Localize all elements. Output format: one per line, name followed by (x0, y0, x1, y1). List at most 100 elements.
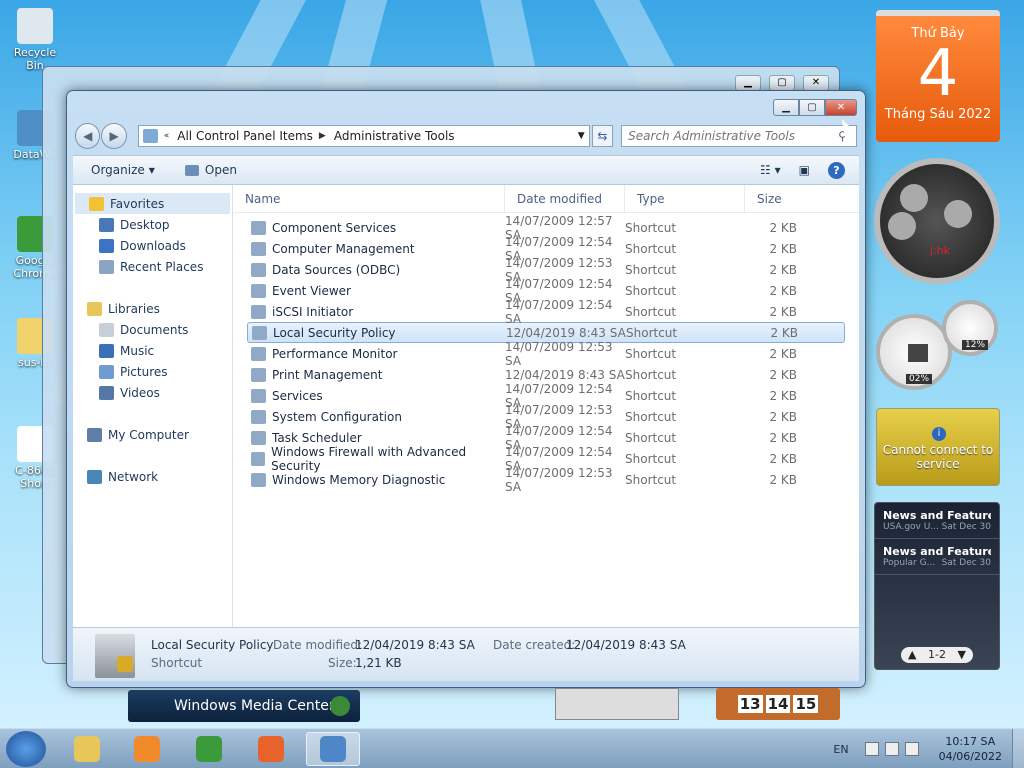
puzzle-tile[interactable]: 14 (765, 695, 791, 713)
taskbar-media-player-button[interactable] (120, 732, 174, 766)
back-maximize-button[interactable]: ▢ (769, 75, 795, 91)
puzzle-tile[interactable]: 15 (793, 695, 819, 713)
weather-message: Cannot connect to service (882, 443, 994, 471)
file-type: Shortcut (625, 262, 677, 277)
organize-menu[interactable]: Organize ▼ (91, 163, 155, 177)
search-input[interactable] (628, 129, 839, 143)
taskbar: EN 10:17 SA 04/06/2022 (0, 728, 1024, 768)
back-minimize-button[interactable]: ▁ (735, 75, 761, 91)
folder-icon (99, 364, 114, 379)
shortcut-icon (251, 388, 266, 403)
close-button[interactable]: ✕ (825, 99, 857, 116)
nav-item[interactable]: Music (73, 340, 232, 361)
breadcrumb-admin-tools[interactable]: Administrative Tools (334, 129, 455, 143)
nav-my-computer[interactable]: My Computer (73, 424, 232, 445)
file-row[interactable]: iSCSI Initiator 14/07/2009 12:54 SA Shor… (247, 298, 845, 326)
clock-gadget[interactable]: j:hk (874, 158, 1000, 284)
language-indicator[interactable]: EN (833, 743, 848, 756)
nav-label: Network (108, 469, 159, 484)
folder-icon (99, 259, 114, 274)
search-box[interactable]: ⚲ (621, 125, 858, 147)
file-size: 2 KB (770, 325, 798, 340)
file-row[interactable]: Windows Memory Diagnostic 14/07/2009 12:… (247, 466, 845, 494)
nav-label: Favorites (110, 196, 165, 211)
nav-libraries[interactable]: Libraries (73, 298, 232, 319)
file-size: 2 KB (769, 304, 797, 319)
feed-item[interactable]: News and Features f...USA.gov U...Sat De… (875, 503, 999, 539)
taskbar-chrome-button[interactable] (182, 732, 236, 766)
memory-meter-gadget[interactable]: 12% (942, 300, 998, 356)
volume-icon[interactable] (904, 742, 919, 756)
shortcut-icon (251, 262, 266, 277)
chevron-down-icon[interactable]: ▼ (957, 648, 965, 661)
file-name: Task Scheduler (272, 430, 362, 445)
forward-button[interactable]: ▶ (101, 123, 127, 149)
desktop-icon[interactable]: Recycle Bin (4, 8, 66, 72)
nav-label: Recent Places (120, 259, 204, 274)
details-date-created-label: Date created: (493, 638, 576, 652)
weather-gadget[interactable]: i Cannot connect to service (876, 408, 1000, 486)
show-desktop-button[interactable] (1012, 729, 1024, 768)
preview-pane-icon[interactable]: ▣ (799, 163, 810, 177)
feed-item[interactable]: News and Features f...Popular G... Sat De… (875, 539, 999, 575)
file-name: iSCSI Initiator (272, 304, 354, 319)
action-center-icon[interactable] (864, 742, 879, 756)
puzzle-tile[interactable]: 13 (737, 695, 763, 713)
file-name: Event Viewer (272, 283, 351, 298)
minimize-button[interactable]: ▁ (773, 99, 799, 116)
column-header-date[interactable]: Date modified (505, 184, 625, 213)
nav-item[interactable]: Recent Places (73, 256, 232, 277)
chevron-down-icon[interactable]: ▼ (578, 131, 585, 141)
nav-item[interactable]: Documents (73, 319, 232, 340)
file-date: 12/04/2019 8:43 SA (506, 325, 626, 340)
taskbar-explorer-button[interactable] (60, 732, 114, 766)
calendar-gadget[interactable]: Thứ Bảy 4 Tháng Sáu 2022 (876, 10, 1000, 142)
feed-date: Sat Dec 30 (941, 522, 991, 532)
feed-source: Popular G... (883, 558, 936, 568)
nav-label: Music (120, 343, 155, 358)
nav-item[interactable]: Downloads (73, 235, 232, 256)
shortcut-icon (17, 8, 53, 44)
maximize-button[interactable]: ▢ (799, 99, 825, 116)
feeds-gadget[interactable]: News and Features f...USA.gov U...Sat De… (874, 502, 1000, 670)
taskbar-control-panel-button[interactable] (306, 732, 360, 766)
organize-label: Organize (91, 163, 145, 177)
nav-label: Libraries (108, 301, 160, 316)
address-bar[interactable]: « All Control Panel Items ▶ Administrati… (137, 125, 590, 147)
column-header-type[interactable]: Type (625, 184, 745, 213)
back-close-button[interactable]: ✕ (803, 75, 829, 91)
shortcut-icon (251, 241, 266, 256)
folder-icon (99, 385, 114, 400)
nav-item[interactable]: Desktop (73, 214, 232, 235)
shortcut-icon (251, 346, 266, 361)
view-options-icon[interactable]: ☷ ▾ (760, 163, 781, 177)
slideshow-gadget[interactable] (555, 688, 679, 720)
network-status-icon[interactable] (884, 742, 899, 756)
taskbar-clock[interactable]: 10:17 SA 04/06/2022 (939, 734, 1002, 764)
puzzle-gadget[interactable]: 13 14 15 (716, 688, 840, 720)
back-button[interactable]: ◀ (75, 123, 101, 149)
nav-label: My Computer (108, 427, 189, 442)
file-row[interactable]: Performance Monitor 14/07/2009 12:53 SA … (247, 340, 845, 368)
help-icon[interactable]: ? (828, 161, 845, 179)
file-date: 14/07/2009 12:53 SA (505, 465, 613, 494)
taskbar-firefox-button[interactable] (244, 732, 298, 766)
refresh-button[interactable]: ⇆ (591, 125, 614, 147)
media-center-gadget[interactable]: Windows Media Center (128, 690, 360, 722)
column-header-size[interactable]: Size (745, 185, 825, 213)
chevron-up-icon[interactable]: ▲ (908, 648, 916, 661)
feed-pager[interactable]: ▲ 1-2 ▼ (901, 647, 973, 663)
nav-network[interactable]: Network (73, 466, 232, 487)
cpu-meter-gadget[interactable]: 02% (876, 314, 952, 390)
file-size: 2 KB (769, 472, 797, 487)
nav-favorites[interactable]: Favorites (75, 193, 230, 214)
chrome-icon (196, 736, 222, 762)
start-button[interactable] (6, 731, 46, 767)
details-name: Local Security Policy (151, 638, 274, 652)
breadcrumb-control-panel[interactable]: All Control Panel Items (177, 129, 313, 143)
nav-item[interactable]: Pictures (73, 361, 232, 382)
open-button[interactable]: Open (184, 163, 237, 177)
nav-item[interactable]: Videos (73, 382, 232, 403)
nav-label: Pictures (120, 364, 168, 379)
column-header-name[interactable]: Name (233, 184, 505, 213)
